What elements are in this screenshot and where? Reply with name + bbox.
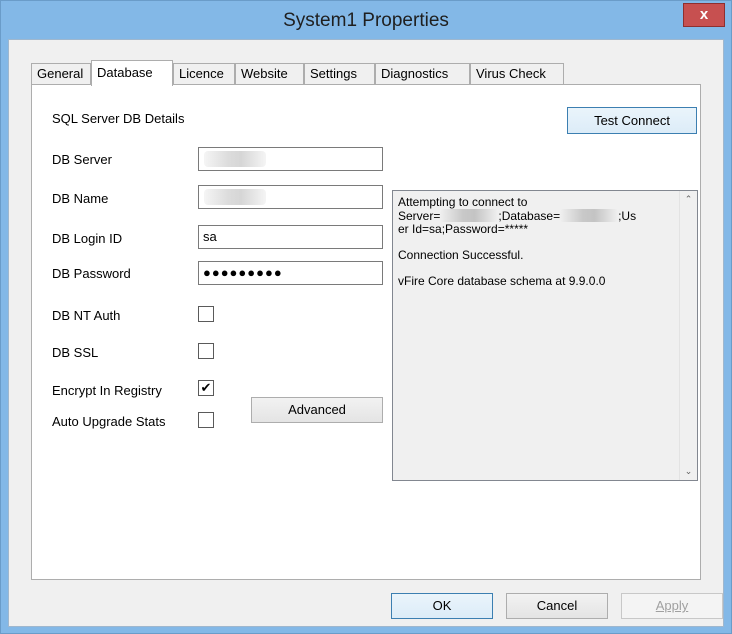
properties-window: System1 Properties x General Database Li… [0, 0, 732, 634]
db-password-field[interactable]: ●●●●●●●●● [198, 261, 383, 285]
title-bar[interactable]: System1 Properties x [1, 1, 731, 39]
encrypt-in-registry-label: Encrypt In Registry [52, 383, 162, 398]
redacted-server [440, 209, 499, 222]
tab-licence[interactable]: Licence [173, 63, 235, 84]
connection-log-text: Attempting to connect to Server= ;Databas… [398, 195, 637, 288]
db-login-id-label: DB Login ID [52, 231, 123, 246]
test-connect-button[interactable]: Test Connect [567, 107, 697, 134]
db-name-label: DB Name [52, 191, 109, 206]
tab-database[interactable]: Database [91, 60, 173, 86]
db-nt-auth-label: DB NT Auth [52, 308, 121, 323]
apply-button[interactable]: Apply [621, 593, 723, 619]
check-icon: ✔ [200, 380, 212, 395]
database-tab-panel: SQL Server DB Details Test Connect DB Se… [31, 84, 701, 580]
tab-settings[interactable]: Settings [304, 63, 375, 84]
window-title: System1 Properties [283, 10, 449, 31]
auto-upgrade-stats-checkbox[interactable] [198, 412, 214, 428]
db-ssl-label: DB SSL [52, 345, 99, 360]
auto-upgrade-stats-label: Auto Upgrade Stats [52, 414, 166, 429]
close-icon: x [699, 6, 709, 23]
redacted-value [204, 151, 266, 167]
tab-website[interactable]: Website [235, 63, 304, 84]
tab-virus-check[interactable]: Virus Check [470, 63, 564, 84]
db-nt-auth-checkbox[interactable] [198, 306, 214, 322]
redacted-value [204, 189, 266, 205]
scroll-down-icon[interactable]: ⌄ [680, 463, 697, 480]
db-login-id-field[interactable]: sa [198, 225, 383, 249]
db-ssl-checkbox[interactable] [198, 343, 214, 359]
db-server-label: DB Server [52, 152, 112, 167]
scroll-up-icon[interactable]: ⌃ [680, 191, 697, 208]
tab-general[interactable]: General [31, 63, 91, 84]
encrypt-in-registry-checkbox[interactable]: ✔ [198, 380, 214, 396]
ok-button[interactable]: OK [391, 593, 493, 619]
db-server-field[interactable] [198, 147, 383, 171]
cancel-button[interactable]: Cancel [506, 593, 608, 619]
section-title: SQL Server DB Details [52, 111, 185, 126]
dialog-client-area: General Database Licence Website Setting… [8, 39, 724, 627]
db-password-label: DB Password [52, 266, 131, 281]
connection-log-textbox[interactable]: Attempting to connect to Server= ;Databas… [392, 190, 698, 481]
redacted-database [560, 209, 619, 222]
tab-diagnostics[interactable]: Diagnostics [375, 63, 470, 84]
log-scrollbar[interactable]: ⌃ ⌄ [679, 191, 697, 480]
db-name-field[interactable] [198, 185, 383, 209]
close-button[interactable]: x [683, 3, 725, 27]
advanced-button[interactable]: Advanced [251, 397, 383, 423]
